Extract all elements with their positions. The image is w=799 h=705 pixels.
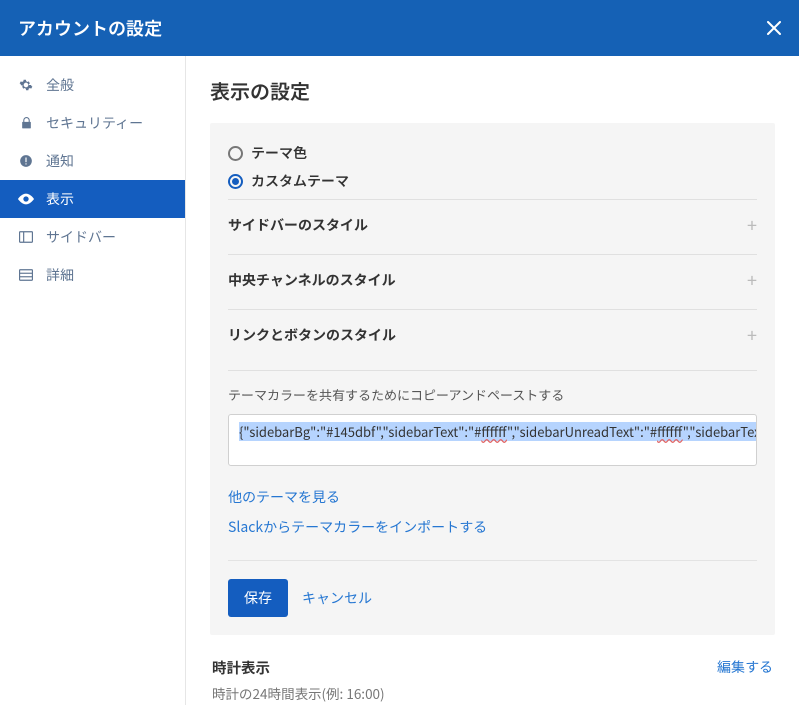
plus-icon: +: [747, 212, 757, 238]
sidebar-item-display[interactable]: 表示: [0, 180, 185, 218]
modal-title: アカウントの設定: [18, 15, 162, 41]
expander-label: サイドバーのスタイル: [228, 215, 368, 235]
cancel-button[interactable]: キャンセル: [302, 588, 372, 608]
page-heading: 表示の設定: [210, 76, 775, 105]
sidebar-item-label: サイドバー: [46, 227, 116, 247]
plus-icon: +: [747, 322, 757, 348]
theme-radio-preset[interactable]: テーマ色: [228, 139, 757, 167]
expander-link-style[interactable]: リンクとボタンのスタイル +: [228, 309, 757, 360]
sidebar-item-security[interactable]: セキュリティー: [0, 104, 185, 142]
plus-icon: +: [747, 267, 757, 293]
radio-icon: [228, 174, 243, 189]
sidebar-item-general[interactable]: 全般: [0, 66, 185, 104]
columns-icon: [18, 229, 34, 245]
gear-icon: [18, 77, 34, 93]
sidebar-item-label: セキュリティー: [46, 113, 143, 133]
clock-desc: 時計の24時間表示(例: 16:00): [212, 683, 773, 703]
settings-sidebar: 全般 セキュリティー 通知 表示: [0, 56, 186, 705]
sidebar-item-advanced[interactable]: 詳細: [0, 256, 185, 294]
expander-label: リンクとボタンのスタイル: [228, 325, 396, 345]
theme-json-textarea[interactable]: {"sidebarBg":"#145dbf","sidebarText":"#f…: [228, 414, 757, 466]
radio-icon: [228, 146, 243, 161]
sidebar-item-notifications[interactable]: 通知: [0, 142, 185, 180]
theme-radio-custom[interactable]: カスタムテーマ: [228, 167, 757, 195]
copy-paste-label: テーマカラーを共有するためにコピーアンドペーストする: [228, 370, 757, 404]
clock-title: 時計表示: [212, 657, 270, 678]
link-more-themes[interactable]: 他のテーマを見る: [228, 482, 757, 512]
close-icon[interactable]: [767, 21, 781, 35]
divider: [228, 560, 757, 561]
sidebar-item-label: 全般: [46, 75, 74, 95]
link-import-slack[interactable]: Slackからテーマカラーをインポートする: [228, 512, 757, 542]
bell-icon: [18, 153, 34, 169]
clock-setting: 時計表示 編集する 時計の24時間表示(例: 16:00): [210, 653, 775, 705]
sidebar-item-sidebar[interactable]: サイドバー: [0, 218, 185, 256]
radio-label: テーマ色: [251, 143, 307, 163]
radio-label: カスタムテーマ: [251, 171, 349, 191]
save-button[interactable]: 保存: [228, 579, 288, 617]
settings-content: 表示の設定 テーマ色 カスタムテーマ サイドバーのスタイル + 中央チャンネルの…: [186, 56, 799, 705]
eye-icon: [18, 191, 34, 207]
sidebar-item-label: 詳細: [46, 265, 74, 285]
sidebar-item-label: 表示: [46, 189, 74, 209]
expander-label: 中央チャンネルのスタイル: [228, 270, 396, 290]
expander-sidebar-style[interactable]: サイドバーのスタイル +: [228, 199, 757, 250]
sidebar-item-label: 通知: [46, 151, 74, 171]
theme-section: テーマ色 カスタムテーマ サイドバーのスタイル + 中央チャンネルのスタイル +…: [210, 123, 775, 635]
lock-icon: [18, 115, 34, 131]
expander-center-style[interactable]: 中央チャンネルのスタイル +: [228, 254, 757, 305]
list-icon: [18, 267, 34, 283]
clock-edit-link[interactable]: 編集する: [717, 657, 773, 677]
modal-header: アカウントの設定: [0, 0, 799, 56]
